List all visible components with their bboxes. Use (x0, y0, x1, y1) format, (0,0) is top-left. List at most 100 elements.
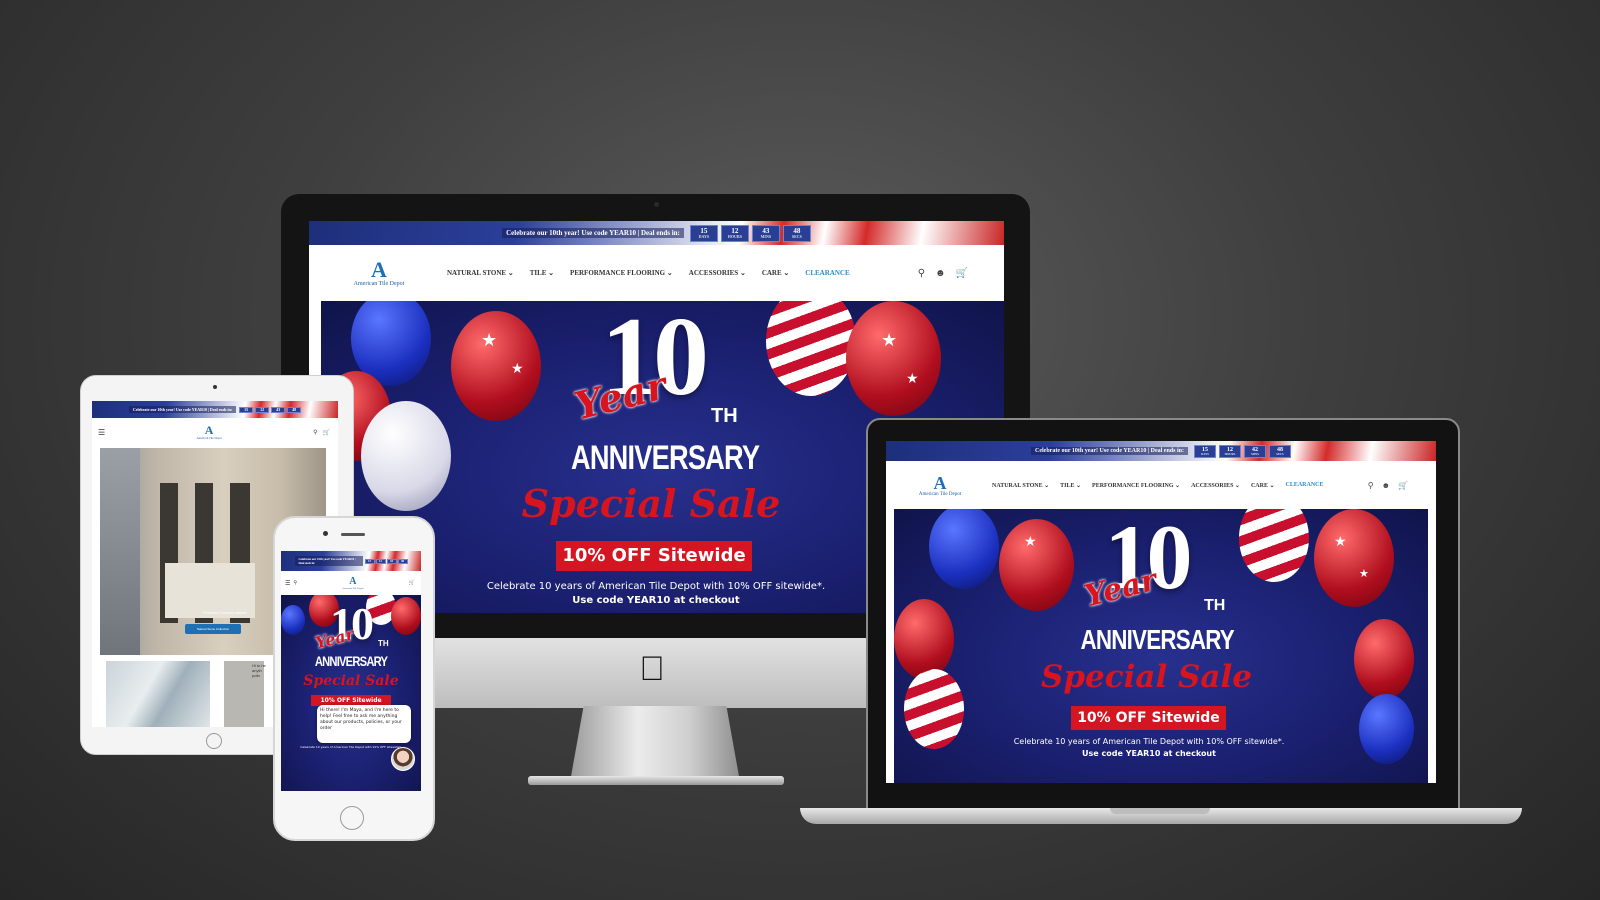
site-logo[interactable]: A American Tile Depot (342, 576, 364, 590)
chat-message: Hi there! I'm Maya, and I'm here to help… (320, 708, 402, 731)
main-nav: NATURAL STONE ⌄ TILE ⌄ PERFORMANCE FLOOR… (447, 269, 850, 277)
balloon-blue (1359, 694, 1414, 764)
star-icon: ★ (1359, 568, 1369, 580)
promo-banner: Celebrate our 10th year! Use code YEAR10… (886, 441, 1436, 461)
tablet-caption: Polished Carrara marble (203, 610, 247, 615)
search-icon[interactable]: ⚲ (918, 268, 925, 279)
search-icon[interactable]: ⚲ (293, 580, 297, 586)
balloon-blue (281, 605, 305, 635)
imac-stand (570, 706, 740, 782)
tablet-home-button[interactable] (206, 733, 222, 749)
laptop-screen: Celebrate our 10th year! Use code YEAR10… (886, 441, 1436, 783)
countdown-days: 15 (239, 406, 254, 413)
nav-clearance[interactable]: CLEARANCE (805, 269, 849, 277)
countdown-secs: 48 (397, 558, 408, 564)
main-nav: NATURAL STONE ⌄ TILE ⌄ PERFORMANCE FLOOR… (992, 482, 1324, 489)
hero-special-sale: Special Sale (303, 673, 399, 689)
nav-care[interactable]: CARE ⌄ (1251, 482, 1275, 489)
header-icons: ⚲ ☻ 🛒 (1368, 481, 1408, 490)
countdown-mins: 43 MINS (751, 224, 780, 242)
logo-text: American Tile Depot (918, 491, 962, 497)
countdown-timer: 15 12 43 48 (239, 406, 302, 413)
search-icon[interactable]: ⚲ (1368, 481, 1374, 490)
countdown-timer: 15 DAYS 12 HOURS 42 MINS 48 SECS (1193, 444, 1291, 458)
hero-anniversary: ANNIVERSARY (314, 653, 388, 669)
balloon-red (894, 599, 954, 679)
logo-mark-icon: A (933, 472, 947, 493)
imac-camera (654, 202, 659, 207)
site-logo[interactable]: A American Tile Depot (329, 257, 429, 288)
star-icon: ★ (881, 330, 898, 350)
logo-text: American Tile Depot (353, 281, 405, 287)
product-thumbnail-marble[interactable] (106, 661, 210, 727)
countdown-days: 15 (364, 558, 375, 564)
countdown-hours: 12 HOURS (720, 224, 749, 242)
balloon-red (1314, 509, 1394, 607)
promo-message: Celebrate our 10th year! Use code YEAR10… (502, 228, 684, 238)
tablet-camera (213, 385, 217, 389)
chat-avatar[interactable] (391, 747, 415, 771)
hamburger-icon[interactable]: ☰ (285, 580, 290, 587)
cart-icon[interactable]: 🛒 (1398, 481, 1408, 490)
nav-accessories[interactable]: ACCESSORIES ⌄ (1191, 482, 1240, 489)
hero-use-code: Use code YEAR10 at checkout (572, 595, 740, 606)
countdown-timer: 15 DAYS 12 HOURS 43 MINS 48 SECS (689, 224, 811, 242)
nav-natural-stone[interactable]: NATURAL STONE ⌄ (992, 482, 1049, 489)
nav-tile[interactable]: TILE ⌄ (530, 269, 554, 277)
search-icon[interactable]: ⚲ (313, 429, 317, 436)
countdown-secs: 48 (287, 406, 302, 413)
mountain-wall (100, 448, 140, 655)
star-icon: ★ (511, 360, 524, 376)
nav-performance-flooring[interactable]: PERFORMANCE FLOORING ⌄ (1092, 482, 1180, 489)
promo-banner: Celebrate our 10th year! Use code YEAR10… (309, 221, 1004, 245)
header-icons: ⚲ ☻ 🛒 (918, 268, 968, 279)
countdown-mins: 42 MINS (1243, 444, 1266, 458)
promo-banner: Celebrate our 10th year! Use code YEAR10… (281, 551, 421, 571)
user-icon[interactable]: ☻ (935, 268, 946, 279)
hero-suffix: TH (711, 405, 738, 427)
hero-celebrate-text: Celebrate 10 years of American Tile Depo… (486, 581, 826, 592)
balloon-striped (766, 301, 856, 396)
logo-text: American Tile Depot (342, 586, 364, 590)
countdown-days: 15 DAYS (689, 224, 718, 242)
phone-camera (323, 531, 328, 536)
countdown-days: 15 DAYS (1193, 444, 1216, 458)
hamburger-icon[interactable]: ☰ (98, 428, 105, 437)
nav-clearance[interactable]: CLEARANCE (1286, 482, 1324, 489)
nav-tile[interactable]: TILE ⌄ (1060, 482, 1081, 489)
site-header: ☰ A American Tile Depot ⚲ 🛒 (92, 418, 338, 446)
promo-message: Celebrate our 10th year! Use code YEAR10… (294, 556, 363, 566)
promo-banner: Celebrate our 10th year! Use code YEAR10… (92, 401, 338, 418)
hero-offer-badge[interactable]: 10% OFF Sitewide (1071, 706, 1226, 730)
hero-offer-badge[interactable]: 10% OFF Sitewide (556, 541, 752, 571)
tablet-cta-button[interactable]: Natural Stone Collection (185, 624, 241, 634)
nav-natural-stone[interactable]: NATURAL STONE ⌄ (447, 269, 514, 277)
header-icons: ⚲ 🛒 (313, 429, 330, 436)
balloon-white (361, 401, 451, 511)
chat-bubble[interactable]: Hi there! I'm Maya, and I'm here to help… (317, 705, 411, 743)
cart-icon[interactable]: 🛒 (323, 429, 330, 436)
site-logo[interactable]: A American Tile Depot (900, 474, 980, 497)
cart-icon[interactable]: 🛒 (956, 268, 968, 279)
logo-mark-icon: A (204, 423, 214, 437)
balloon-red (1354, 619, 1414, 699)
phone-home-button[interactable] (340, 806, 364, 830)
apple-logo-icon:  (638, 652, 666, 686)
nav-accessories[interactable]: ACCESSORIES ⌄ (689, 269, 746, 277)
promo-message: Celebrate our 10th year! Use code YEAR10… (1031, 447, 1188, 455)
imac-stand-foot (528, 776, 784, 785)
hero-suffix: TH (378, 639, 389, 648)
countdown-secs: 48 SECS (782, 224, 811, 242)
promo-message: Celebrate our 10th year! Use code YEAR10… (128, 406, 237, 413)
site-logo[interactable]: A American Tile Depot (196, 424, 221, 440)
nav-care[interactable]: CARE ⌄ (762, 269, 789, 277)
user-icon[interactable]: ☻ (1382, 481, 1390, 490)
phone-screen: Celebrate our 10th year! Use code YEAR10… (281, 551, 421, 791)
cart-icon[interactable]: 🛒 (409, 580, 415, 586)
nav-performance-flooring[interactable]: PERFORMANCE FLOORING ⌄ (570, 269, 673, 277)
countdown-hours: 12 (375, 558, 386, 564)
site-header: A American Tile Depot NATURAL STONE ⌄ TI… (309, 245, 1004, 301)
hero-special-sale: Special Sale (1040, 659, 1253, 695)
logo-mark-icon: A (371, 257, 387, 282)
balloon-striped (1239, 509, 1309, 582)
